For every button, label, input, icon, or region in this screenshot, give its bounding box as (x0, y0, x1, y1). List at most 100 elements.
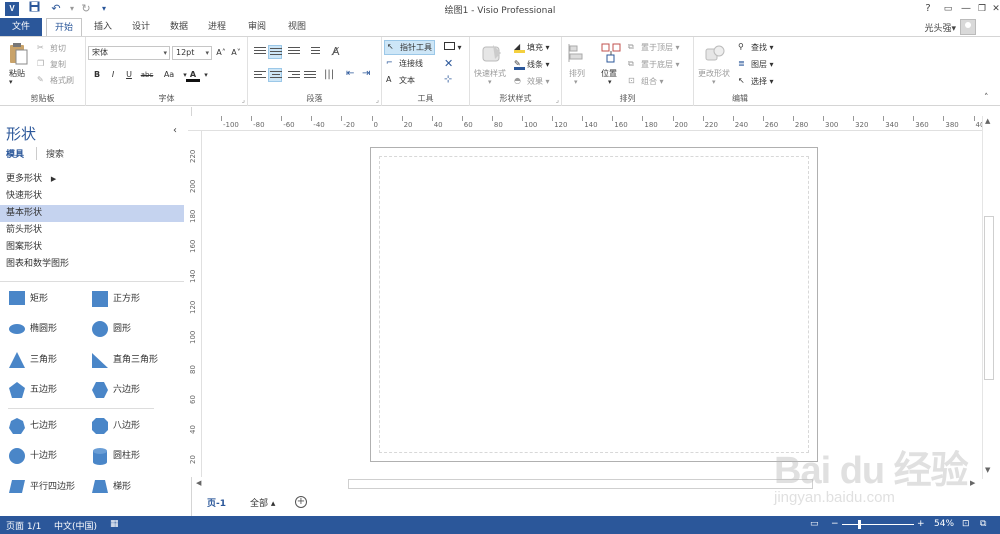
category-arrow-shapes[interactable]: 箭头形状 (0, 222, 184, 239)
group-button[interactable]: ⊡ 组合 ▾ (628, 76, 664, 87)
add-page-button[interactable]: + (295, 496, 307, 508)
cut-button[interactable]: ✂ 剪切 (37, 43, 66, 54)
layers-button[interactable]: ≣ 图层 ▾ (738, 59, 774, 70)
user-name[interactable]: 光头强▾ (924, 21, 956, 34)
shape-styles-dialog-launcher-icon[interactable]: ⌟ (556, 96, 559, 104)
tab-stencils[interactable]: 模具 (6, 147, 24, 160)
shape-octagon[interactable]: 八边形 (91, 416, 169, 436)
shape-triangle[interactable]: 三角形 (8, 350, 86, 370)
position-icon[interactable] (600, 42, 622, 64)
quick-styles-icon[interactable] (481, 43, 503, 65)
shape-square[interactable]: 正方形 (91, 289, 169, 309)
shape-circle[interactable]: 圆形 (91, 319, 169, 339)
connection-point-icon[interactable]: ⊹ (444, 74, 452, 85)
find-button[interactable]: ⚲ 查找 ▾ (738, 42, 774, 53)
tab-home[interactable]: 开始 (46, 18, 82, 37)
zoom-in-button[interactable]: + (917, 519, 925, 529)
change-shape-icon[interactable] (704, 43, 726, 65)
justify-icon[interactable] (304, 71, 316, 81)
fill-button[interactable]: ◢ 填充 ▾ (514, 42, 550, 53)
quick-styles-dropdown-icon[interactable]: ▾ (488, 78, 492, 86)
font-color-button[interactable]: A (186, 68, 200, 82)
align-left-icon[interactable] (254, 71, 266, 81)
shape-hexagon[interactable]: 六边形 (91, 380, 169, 400)
page-number-status[interactable]: 页面 1/1 (6, 519, 41, 532)
shape-heptagon[interactable]: 七边形 (8, 416, 86, 436)
tab-design[interactable]: 设计 (124, 18, 158, 36)
tab-search[interactable]: 搜索 (36, 147, 64, 160)
change-shape-dropdown-icon[interactable]: ▾ (712, 78, 716, 86)
bullets-icon[interactable] (308, 47, 320, 57)
shape-right-triangle[interactable]: 直角三角形 (91, 350, 181, 370)
zoom-slider-track[interactable] (842, 524, 914, 525)
close-button[interactable]: ✕ (988, 1, 1000, 17)
tab-data[interactable]: 数据 (162, 18, 196, 36)
text-tool-button[interactable]: A 文本 (386, 75, 415, 86)
category-quick-shapes[interactable]: 快速形状 (0, 188, 184, 205)
zoom-slider-thumb[interactable] (858, 520, 861, 529)
shape-parallelogram[interactable]: 平行四边形 (8, 477, 90, 497)
tab-insert[interactable]: 插入 (86, 18, 120, 36)
align-center-icon[interactable] (268, 68, 282, 82)
align-bottom-icon[interactable] (288, 47, 300, 57)
font-dialog-launcher-icon[interactable]: ⌟ (242, 96, 245, 104)
columns-icon[interactable]: ||| (324, 69, 334, 80)
shape-ellipse[interactable]: 椭圆形 (8, 319, 86, 339)
shape-cylinder[interactable]: 圆柱形 (91, 446, 169, 466)
align-right-icon[interactable] (288, 71, 300, 81)
grow-font-button[interactable]: A˄ (214, 46, 228, 60)
vertical-scroll-thumb[interactable] (984, 216, 994, 380)
tab-process[interactable]: 进程 (200, 18, 234, 36)
effects-button[interactable]: ◓ 效果 ▾ (514, 76, 550, 87)
select-button[interactable]: ↖ 选择 ▾ (738, 76, 774, 87)
fit-page-icon[interactable]: ⊡ (962, 519, 970, 529)
category-graph-math-shapes[interactable]: 图表和数学图形 (0, 256, 184, 273)
category-pattern-shapes[interactable]: 图案形状 (0, 239, 184, 256)
format-painter-button[interactable]: ✎ 格式刷 (37, 75, 74, 86)
close-icon[interactable]: ✕ (444, 57, 453, 70)
macro-record-icon[interactable]: ▦ (110, 519, 119, 529)
bold-button[interactable]: B (90, 68, 104, 82)
tab-file[interactable]: 文件 (0, 18, 42, 36)
bring-to-front-button[interactable]: ⧉ 置于顶层 ▾ (628, 42, 680, 53)
shrink-font-button[interactable]: A˅ (229, 46, 243, 60)
increase-indent-icon[interactable]: ⇥ (362, 68, 370, 79)
send-to-back-button[interactable]: ⧉ 置于底层 ▾ (628, 59, 680, 70)
shape-decagon[interactable]: 十边形 (8, 446, 86, 466)
user-avatar[interactable] (960, 19, 976, 35)
shape-trapezoid[interactable]: 梯形 (91, 477, 169, 497)
collapse-pane-icon[interactable]: ‹ (173, 125, 177, 136)
minimize-button[interactable]: — (958, 1, 974, 17)
zoom-out-button[interactable]: − (831, 519, 839, 529)
page-tab-1[interactable]: 页-1 (207, 496, 226, 509)
change-case-button[interactable]: Aa (160, 68, 178, 82)
tab-review[interactable]: 审阅 (240, 18, 274, 36)
copy-button[interactable]: ❐ 复制 (37, 59, 66, 70)
align-dropdown-icon[interactable]: ▾ (574, 78, 578, 86)
position-dropdown-icon[interactable]: ▾ (608, 78, 612, 86)
align-shapes-icon[interactable] (568, 43, 590, 65)
drawing-page[interactable] (370, 147, 818, 462)
font-name-select[interactable]: 宋体 ▾ (88, 46, 170, 60)
shape-rectangle[interactable]: 矩形 (8, 289, 86, 309)
category-more-shapes[interactable]: 更多形状 ▶ (0, 171, 184, 188)
category-basic-shapes[interactable]: 基本形状 (0, 205, 184, 222)
line-button[interactable]: ✎ 线条 ▾ (514, 59, 550, 70)
paste-dropdown-icon[interactable]: ▾ (9, 78, 13, 86)
connector-button[interactable]: ⌐ 连接线 (386, 58, 423, 69)
tab-view[interactable]: 视图 (280, 18, 314, 36)
align-middle-icon[interactable] (268, 45, 282, 59)
pointer-tool-button[interactable]: ↖ 指针工具 (384, 40, 435, 55)
paragraph-dialog-launcher-icon[interactable]: ⌟ (376, 96, 379, 104)
ribbon-display-options-icon[interactable]: ▭ (940, 1, 956, 17)
italic-button[interactable]: I (106, 68, 120, 82)
help-button[interactable]: ? (920, 1, 936, 17)
shape-pentagon[interactable]: 五边形 (8, 380, 86, 400)
collapse-ribbon-icon[interactable]: ˄ (984, 93, 989, 103)
font-size-select[interactable]: 12pt ▾ (172, 46, 212, 60)
underline-button[interactable]: U (122, 68, 136, 82)
scroll-up-icon[interactable]: ▲ (985, 117, 990, 125)
paste-icon[interactable] (7, 42, 29, 65)
language-status[interactable]: 中文(中国) (54, 519, 97, 532)
zoom-level[interactable]: 54% (934, 519, 954, 529)
